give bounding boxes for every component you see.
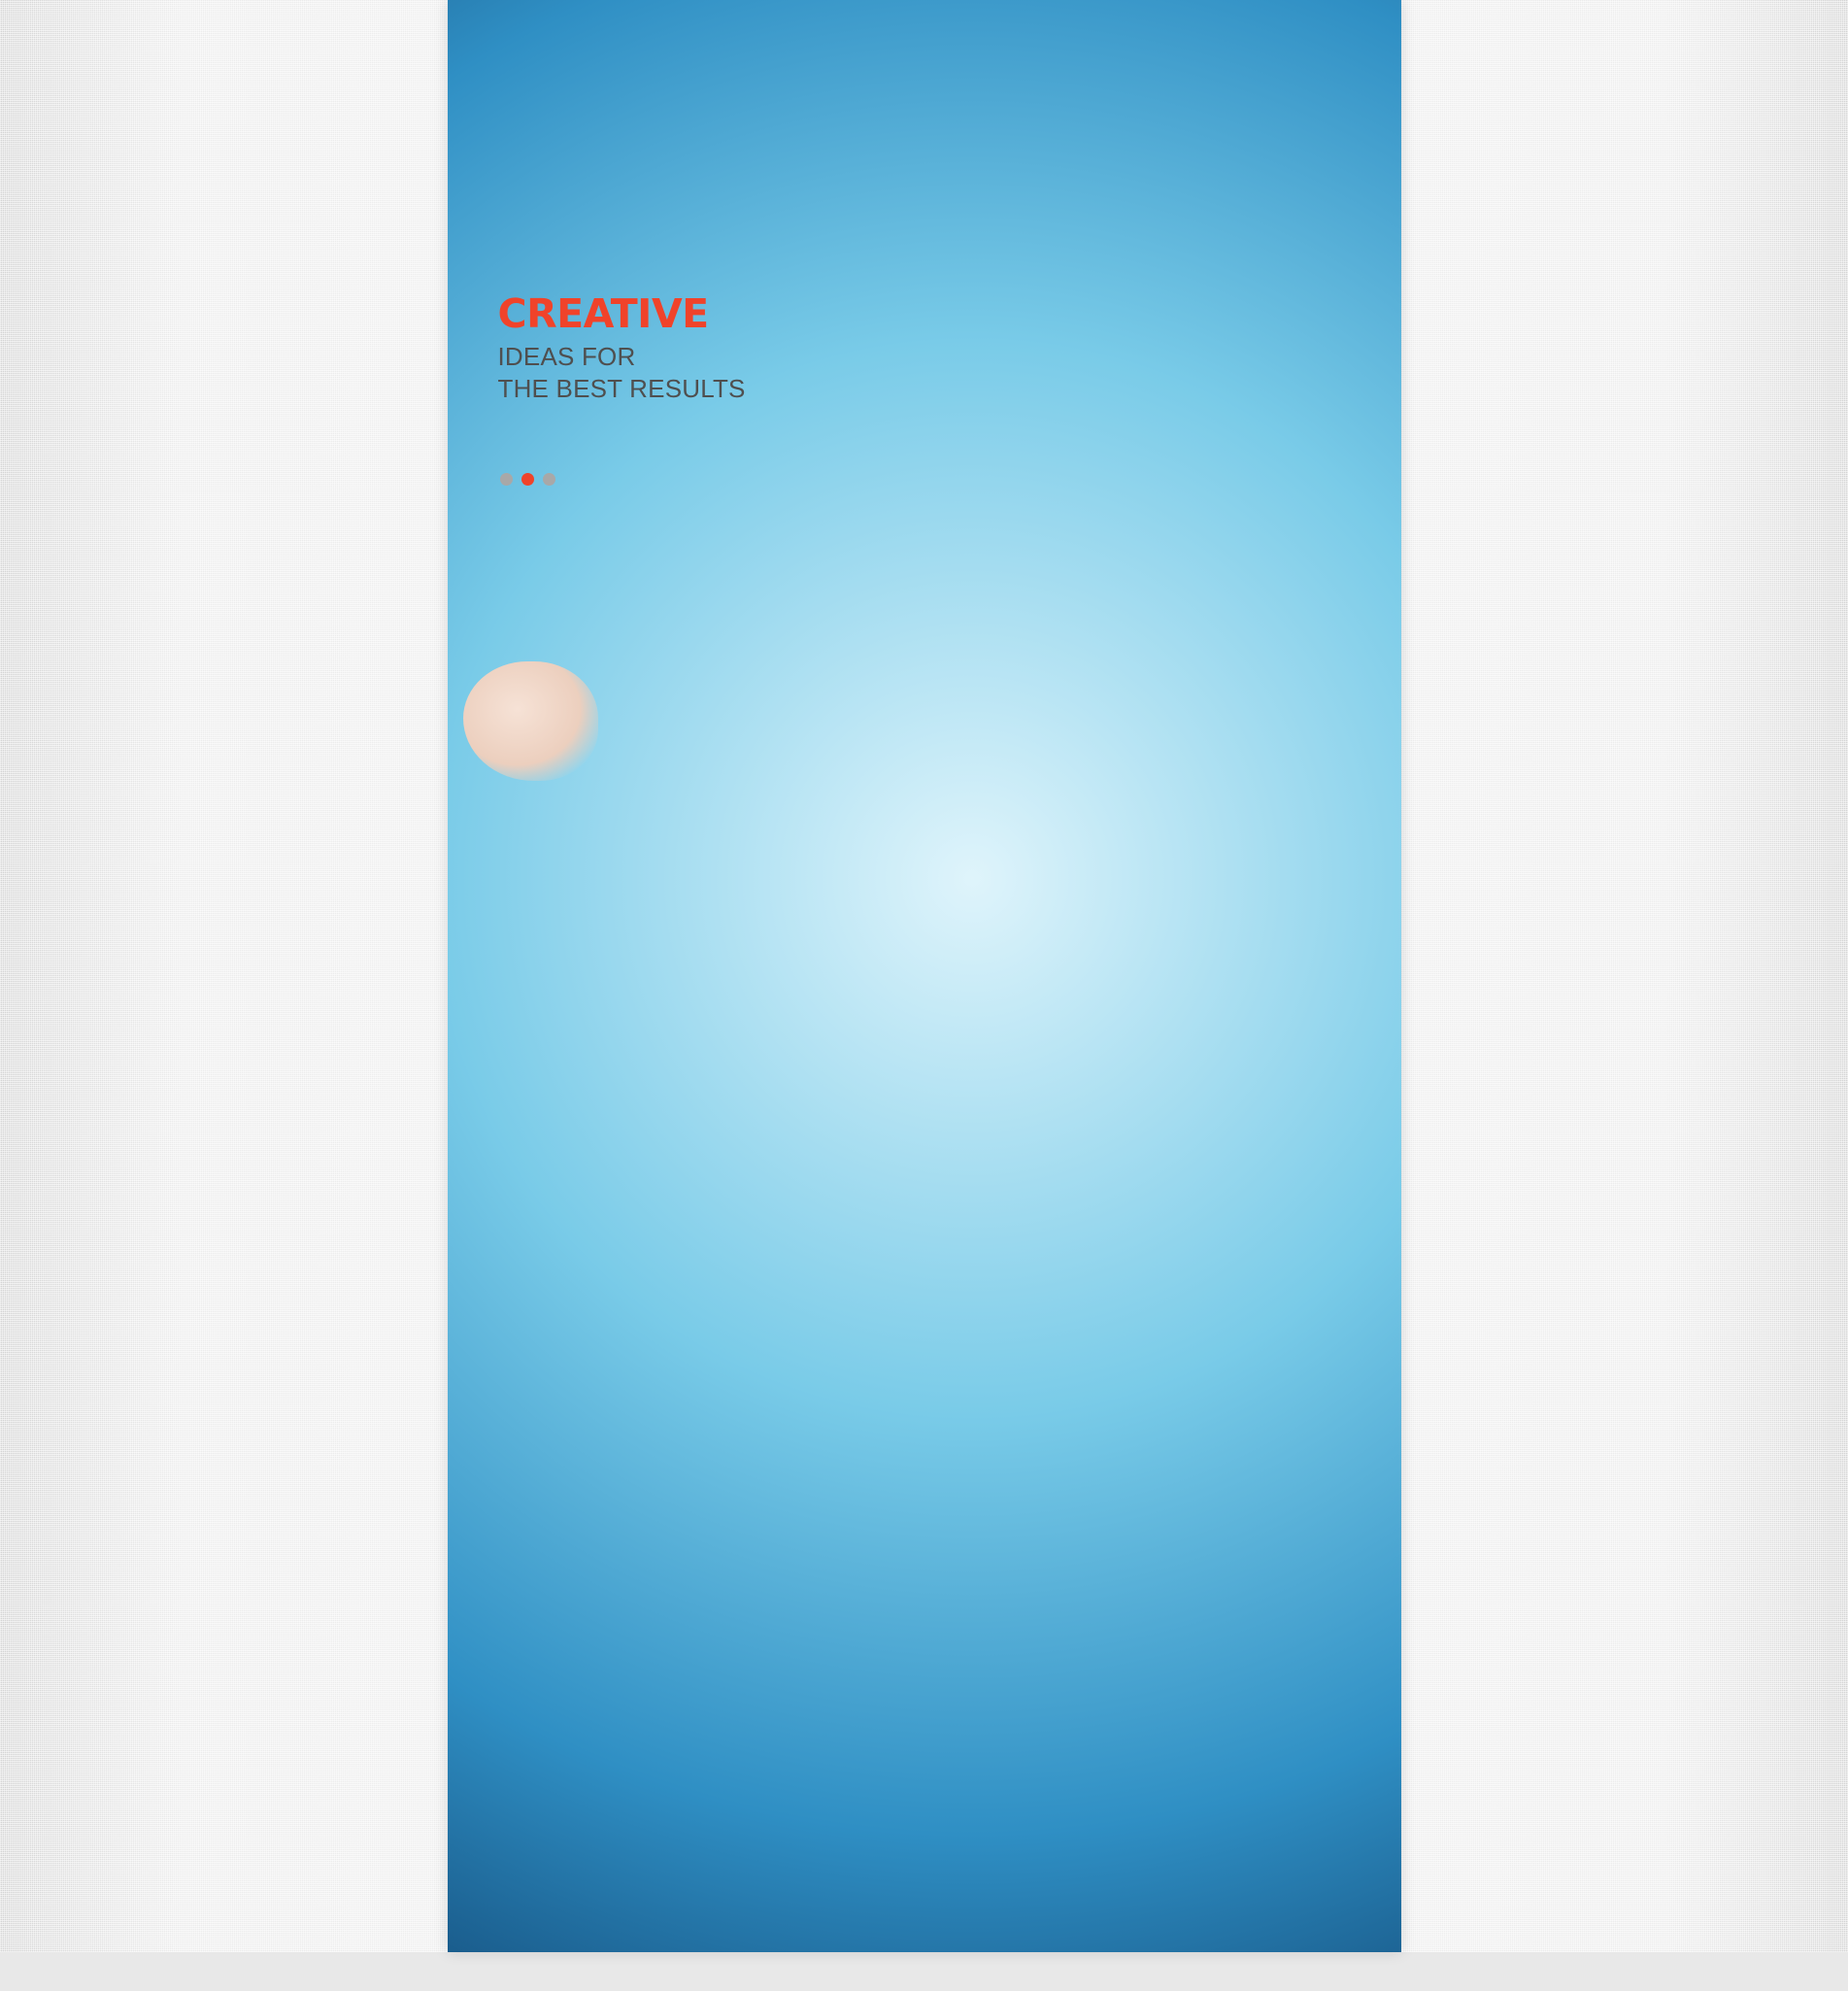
slider-pagination: [499, 473, 555, 486]
hero-headline: CREATIVE: [497, 290, 710, 337]
news-thumbnail-clock: [447, 0, 1401, 1952]
news-list: Amet, consectetur adipisicing elit Eolor…: [447, 0, 1401, 1952]
news-item[interactable]: Amet, consectetur adipisicing elit Eolor…: [447, 0, 1401, 1952]
slider-dot-2[interactable]: [521, 473, 534, 486]
hero-line-2: IDEAS FOR: [497, 342, 636, 372]
site-page: QUADRO7 PERFECT CHOICE HOME ABOUT▾ SERVI…: [447, 0, 1401, 1952]
hero-line-3: THE BEST RESULTS: [497, 374, 746, 404]
slider-dot-1[interactable]: [499, 473, 513, 486]
hero-caption: CREATIVE IDEAS FOR THE BEST RESULTS: [497, 290, 746, 406]
main-content: CAPABILITIES LOREM IPSUM DOLOR SIT AMETC…: [447, 0, 1401, 1952]
slider-dot-3[interactable]: [542, 473, 555, 486]
news-column: OUR NEWS Amet, consectetur adipisicing e…: [447, 0, 1401, 1952]
hero-subline: IDEAS FOR THE BEST RESULTS: [498, 341, 746, 406]
